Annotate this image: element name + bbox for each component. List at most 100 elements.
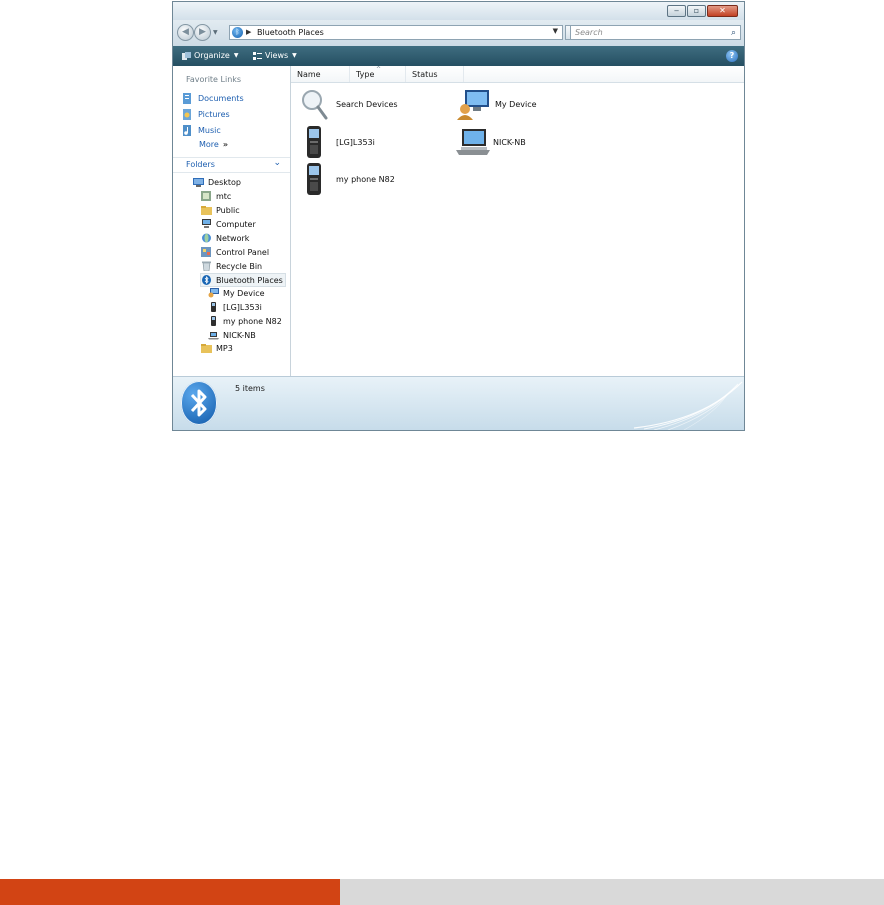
chevron-down-icon: ▼: [292, 52, 297, 59]
views-label: Views: [265, 51, 289, 60]
folders-header[interactable]: Folders ⌄: [173, 157, 290, 173]
item-label: Search Devices: [336, 99, 398, 109]
my-device-icon: [208, 288, 219, 298]
navigation-pane: Favorite Links Documents Pictures Music …: [173, 66, 291, 376]
search-placeholder: Search: [575, 28, 603, 37]
column-header-label: Type: [356, 70, 375, 79]
back-button[interactable]: ◀: [177, 24, 194, 41]
tree-item-control-panel[interactable]: Control Panel: [201, 246, 269, 258]
favorite-link-label: Pictures: [198, 110, 230, 119]
folder-icon: [201, 344, 212, 353]
page-footer-bar-accent: [0, 879, 340, 905]
column-header-label: Status: [412, 70, 438, 79]
desktop-icon: [193, 178, 204, 187]
music-icon: [183, 125, 191, 136]
decorative-swirl-icon: [634, 381, 743, 430]
title-bar[interactable]: ‒ ▫ ✕: [173, 2, 744, 20]
breadcrumb-arrow-icon[interactable]: ▶: [246, 28, 251, 36]
favorite-link-documents[interactable]: Documents: [182, 93, 244, 104]
tree-item-label: MP3: [216, 343, 233, 353]
tree-item-my-phone-n82[interactable]: my phone N82: [208, 315, 282, 327]
folder-icon: [201, 206, 212, 215]
views-icon: [253, 51, 262, 60]
recycle-bin-icon: [202, 261, 211, 271]
tree-item-network[interactable]: Network: [201, 232, 249, 244]
laptop-icon: [208, 332, 219, 340]
tree-item-mp3[interactable]: MP3: [201, 342, 233, 354]
views-button[interactable]: Views ▼: [253, 49, 297, 63]
tree-item-mtc[interactable]: mtc: [201, 190, 231, 202]
item-label: [LG]L353i: [336, 137, 375, 147]
command-bar: Organize ▼ Views ▼ ?: [173, 46, 744, 66]
tree-item-public[interactable]: Public: [201, 204, 240, 216]
phone-icon: [307, 126, 321, 158]
favorite-link-pictures[interactable]: Pictures: [182, 109, 230, 120]
tree-item-label: mtc: [216, 191, 232, 201]
tree-item-desktop[interactable]: Desktop: [193, 176, 241, 188]
maximize-button[interactable]: ▫: [687, 5, 706, 17]
content-pane: Name ^ Type Status Search Devices My Devi…: [291, 66, 744, 376]
control-panel-icon: [201, 247, 211, 257]
phone-icon: [211, 316, 216, 326]
tree-item-bluetooth-places[interactable]: Bluetooth Places: [200, 273, 286, 287]
item-nick-nb[interactable]: NICK-NB: [455, 128, 526, 156]
item-lg-l353i[interactable]: [LG]L353i: [305, 126, 375, 158]
close-button[interactable]: ✕: [707, 5, 738, 17]
organize-button[interactable]: Organize ▼: [182, 49, 238, 63]
more-favorites-link[interactable]: More»: [199, 140, 228, 149]
double-chevron-right-icon: »: [222, 140, 229, 149]
phone-icon: [307, 163, 321, 195]
organize-label: Organize: [194, 51, 230, 60]
minimize-button[interactable]: ‒: [667, 5, 686, 17]
bluetooth-rune-icon: [190, 389, 207, 417]
user-folder-icon: [201, 191, 211, 201]
item-my-device[interactable]: My Device: [457, 88, 537, 120]
column-header-status[interactable]: Status: [406, 66, 464, 82]
search-devices-icon: [302, 90, 328, 120]
computer-icon: [202, 219, 211, 228]
column-header-type[interactable]: ^ Type: [350, 66, 406, 82]
tree-item-lg-l353i[interactable]: [LG]L353i: [208, 301, 262, 313]
details-pane: 5 items: [173, 376, 744, 430]
tree-item-label: Network: [216, 233, 250, 243]
bluetooth-icon: ᛒ: [232, 27, 243, 38]
tree-item-label: Bluetooth Places: [216, 275, 283, 285]
back-arrow-icon: ◀: [182, 27, 189, 37]
network-icon: [202, 233, 211, 243]
address-row: ◀ ▶ ▼ ᛒ ▶ Bluetooth Places ▼ ↻ Search ⌕: [173, 20, 744, 46]
sort-up-icon: ^: [376, 66, 382, 73]
help-icon[interactable]: ?: [726, 50, 738, 62]
item-label: My Device: [495, 99, 537, 109]
tree-item-label: Recycle Bin: [216, 261, 263, 271]
tree-item-computer[interactable]: Computer: [201, 218, 256, 230]
search-box[interactable]: Search ⌕: [570, 25, 741, 40]
tree-item-my-device[interactable]: My Device: [208, 287, 265, 299]
address-dropdown-icon[interactable]: ▼: [553, 27, 558, 35]
favorite-link-label: Music: [198, 126, 221, 135]
tree-item-label: [LG]L353i: [223, 302, 262, 312]
tree-item-nick-nb[interactable]: NICK-NB: [208, 329, 256, 341]
item-label: NICK-NB: [493, 137, 526, 147]
search-icon[interactable]: ⌕: [731, 27, 736, 39]
column-header-name[interactable]: Name: [291, 66, 350, 82]
bluetooth-icon: [202, 275, 211, 285]
bluetooth-icon: [181, 381, 217, 425]
favorite-link-music[interactable]: Music: [182, 125, 221, 136]
breadcrumb-bluetooth-places[interactable]: Bluetooth Places: [257, 27, 324, 38]
my-device-icon: [457, 90, 489, 120]
column-header-row: Name ^ Type Status: [291, 66, 744, 83]
item-my-phone-n82[interactable]: my phone N82: [305, 163, 395, 195]
address-bar[interactable]: ᛒ ▶ Bluetooth Places ▼: [229, 25, 563, 40]
tree-item-label: Public: [216, 205, 240, 215]
forward-button[interactable]: ▶: [194, 24, 211, 41]
explorer-window: ‒ ▫ ✕ ◀ ▶ ▼ ᛒ ▶ Bluetooth Places ▼ ↻ Sea…: [172, 1, 745, 431]
column-header-label: Name: [297, 70, 321, 79]
favorite-links-header: Favorite Links: [186, 75, 242, 84]
tree-item-label: my phone N82: [223, 316, 282, 326]
page-footer-bar: [340, 879, 884, 905]
tree-item-label: NICK-NB: [223, 330, 256, 340]
chevron-down-icon: ⌄: [273, 158, 281, 168]
item-search-devices[interactable]: Search Devices: [300, 88, 398, 120]
recent-pages-dropdown[interactable]: ▼: [213, 29, 218, 36]
tree-item-recycle-bin[interactable]: Recycle Bin: [201, 260, 262, 272]
